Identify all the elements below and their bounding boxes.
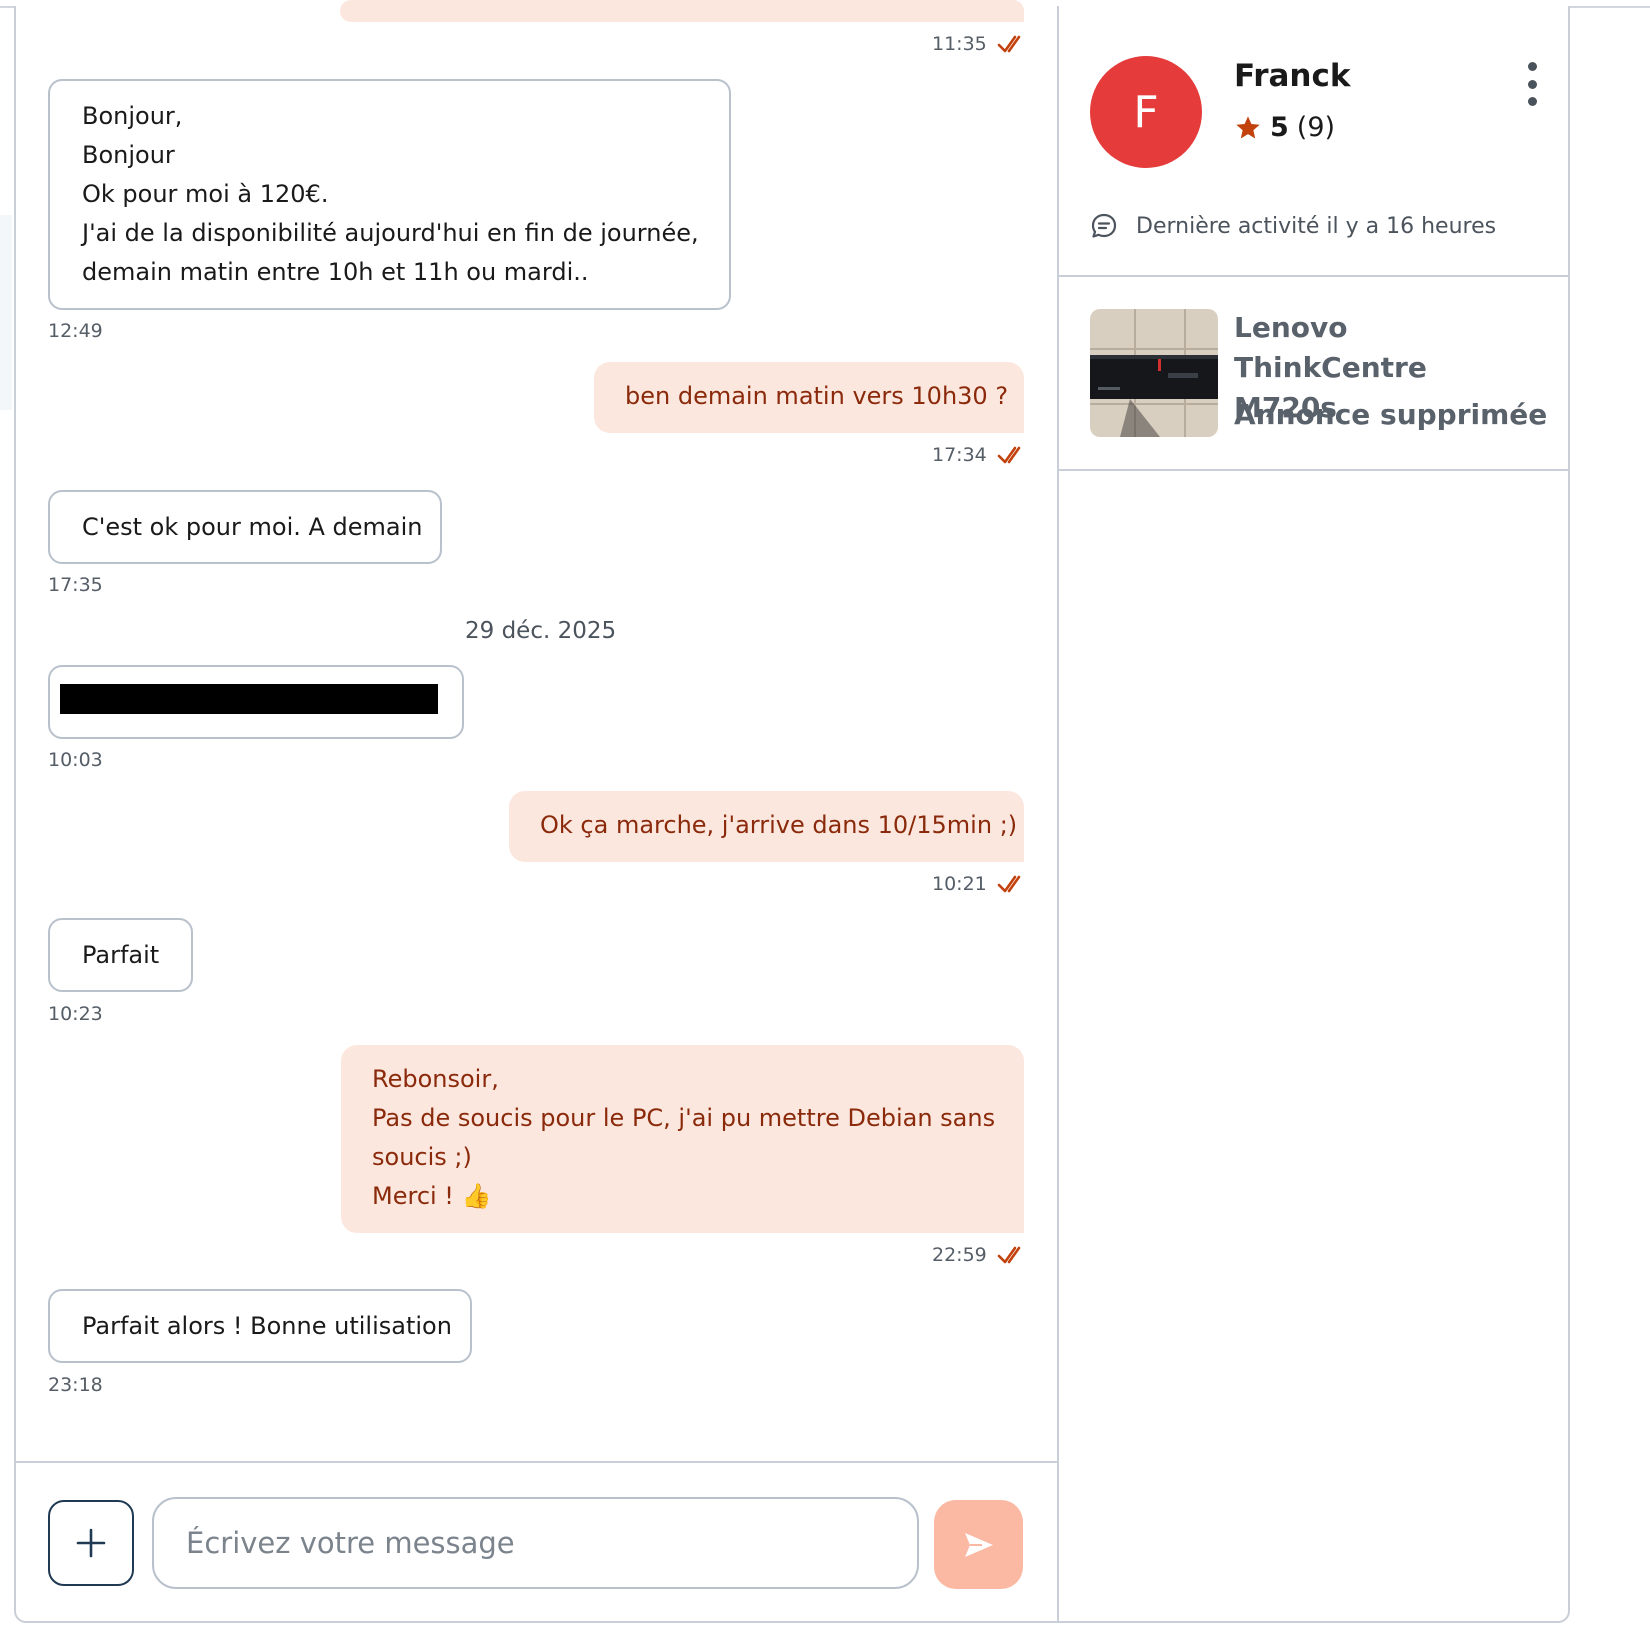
- message-text: J'ai de la disponibilité aujourd'hui en …: [82, 219, 699, 247]
- read-receipt-icon: [997, 875, 1021, 893]
- redacted-text: [60, 684, 438, 714]
- message-text: Parfait alors ! Bonne utilisation: [82, 1312, 452, 1340]
- star-icon: [1236, 115, 1260, 138]
- chat-bubble-icon: [1091, 213, 1117, 238]
- message-bubble-outgoing: Ok ça marche, j'arrive dans 10/15min ;): [509, 791, 1024, 862]
- message-text: Pas de soucis pour le PC, j'ai pu mettre…: [372, 1104, 996, 1132]
- listing-thumbnail[interactable]: [1090, 309, 1218, 437]
- message-bubble-incoming: [48, 665, 464, 739]
- message-text: Rebonsoir,: [372, 1065, 499, 1093]
- message-time: 11:35: [932, 33, 1027, 55]
- message-text: Parfait: [82, 941, 160, 969]
- message-text: demain matin entre 10h et 11h ou mardi..: [82, 258, 589, 286]
- message-time: 12:49: [48, 320, 103, 342]
- message-bubble-outgoing: [340, 0, 1024, 22]
- last-activity: Dernière activité il y a 16 heures: [1090, 212, 1496, 240]
- pane-divider: [1057, 6, 1059, 1623]
- message-bubble-outgoing: ben demain matin vers 10h30 ?: [594, 362, 1024, 433]
- read-receipt-icon: [997, 446, 1021, 464]
- message-text: C'est ok pour moi. A demain: [82, 513, 423, 541]
- message-time: 10:23: [48, 1003, 103, 1025]
- message-time: 23:18: [48, 1374, 103, 1396]
- message-bubble-incoming: Bonjour, Bonjour Ok pour moi à 120€. J'a…: [48, 79, 731, 310]
- review-count: (9): [1296, 112, 1336, 143]
- message-text: ben demain matin vers 10h30 ?: [625, 382, 1009, 410]
- message-text: Bonjour: [82, 141, 175, 169]
- message-bubble-incoming: Parfait: [48, 918, 193, 992]
- section-divider: [1059, 275, 1568, 277]
- message-input[interactable]: [152, 1497, 919, 1589]
- message-text: soucis ;): [372, 1143, 472, 1171]
- attach-button[interactable]: [48, 1500, 134, 1586]
- user-rating[interactable]: 5 (9): [1234, 112, 1335, 143]
- section-divider: [1059, 469, 1568, 471]
- send-icon: [964, 1532, 993, 1557]
- read-receipt-icon: [997, 1246, 1021, 1264]
- message-text: Ok ça marche, j'arrive dans 10/15min ;): [540, 811, 1018, 839]
- message-bubble-incoming: Parfait alors ! Bonne utilisation: [48, 1289, 472, 1363]
- listing-photo: [1090, 309, 1218, 437]
- read-receipt-icon: [997, 35, 1021, 53]
- message-time: 10:21: [932, 873, 1027, 895]
- message-text: Merci ! 👍: [372, 1182, 492, 1210]
- plus-icon: [76, 1528, 106, 1558]
- message-time: 22:59: [932, 1244, 1027, 1266]
- message-time: 10:03: [48, 749, 103, 771]
- user-name[interactable]: Franck: [1234, 58, 1350, 94]
- message-time: 17:34: [932, 444, 1027, 466]
- message-text: Bonjour,: [82, 102, 183, 130]
- message-bubble-incoming: C'est ok pour moi. A demain: [48, 490, 442, 564]
- rating-score: 5: [1270, 112, 1289, 143]
- message-time: 17:35: [48, 574, 103, 596]
- last-activity-text: Dernière activité il y a 16 heures: [1136, 213, 1497, 239]
- message-text: Ok pour moi à 120€.: [82, 180, 329, 208]
- avatar[interactable]: F: [1090, 56, 1202, 168]
- listing-status: Annonce supprimée: [1234, 398, 1548, 431]
- more-options-icon[interactable]: [1520, 62, 1544, 106]
- date-separator: 29 déc. 2025: [465, 618, 617, 644]
- send-button[interactable]: [934, 1500, 1023, 1589]
- conversation-list-edge: [0, 215, 12, 410]
- message-bubble-outgoing: Rebonsoir, Pas de soucis pour le PC, j'a…: [341, 1045, 1024, 1233]
- composer-divider: [14, 1461, 1058, 1463]
